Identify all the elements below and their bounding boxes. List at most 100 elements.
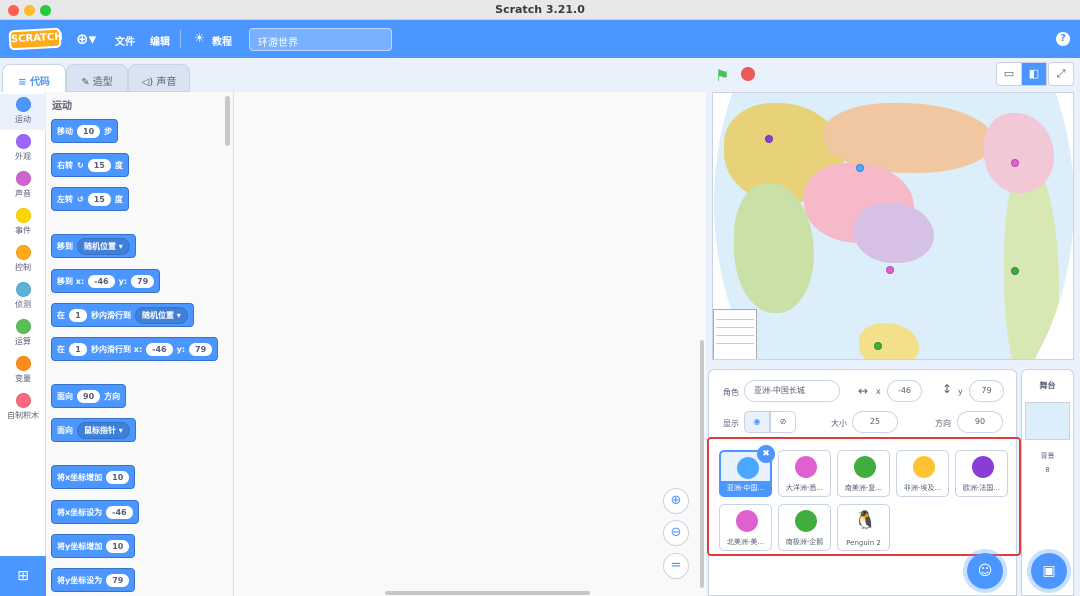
y-position-input[interactable]: 79: [969, 380, 1004, 402]
y-input[interactable]: 79: [131, 274, 155, 288]
block-move-steps[interactable]: 移动 10 步: [51, 119, 119, 143]
sprite-thumbnail-3[interactable]: 非洲-埃及...: [896, 450, 949, 497]
green-flag-icon[interactable]: ⚑: [715, 66, 729, 85]
sprite-thumbnail-6[interactable]: 南极洲-企鹅: [778, 504, 831, 551]
sprite-thumbnail-4[interactable]: 欧洲-法国...: [955, 450, 1008, 497]
y-input[interactable]: 79: [189, 342, 213, 356]
zoom-in-icon[interactable]: ⊕: [663, 488, 689, 514]
language-globe-icon[interactable]: ⊕▾: [76, 30, 96, 48]
degrees-input[interactable]: 15: [87, 192, 111, 206]
category-my-blocks[interactable]: 自制积木: [0, 390, 46, 426]
block-text: 方向: [104, 391, 121, 401]
block-point-direction[interactable]: 面向 90 方向: [51, 384, 127, 408]
sprite-name: 非洲-埃及...: [903, 484, 942, 492]
value-input[interactable]: 79: [106, 573, 130, 587]
menu-file[interactable]: 文件: [115, 33, 135, 48]
show-visible-eye-icon[interactable]: ◉: [744, 411, 770, 433]
block-text: 左转: [57, 194, 73, 204]
block-turn-right[interactable]: 右转 ↻ 15 度: [51, 153, 129, 177]
zoom-out-icon[interactable]: ⊖: [663, 520, 689, 546]
sprite-thumbnail-5[interactable]: 北美洲-美...: [719, 504, 772, 551]
palette-heading: 运动: [52, 101, 72, 112]
fullscreen-icon[interactable]: ⤢: [1048, 62, 1074, 86]
oceania-sprite-on-stage[interactable]: [886, 266, 894, 274]
choose-backdrop-icon[interactable]: ▣: [1031, 553, 1067, 589]
category-sensing[interactable]: 侦测: [0, 279, 46, 315]
block-goto-xy[interactable]: 移到 x: -46 y: 79: [51, 269, 161, 293]
europe-sprite-on-stage[interactable]: [765, 135, 773, 143]
sprite-thumbnail-2[interactable]: 南美洲-复...: [837, 450, 890, 497]
block-set-y[interactable]: 将y坐标设为 79: [51, 568, 136, 592]
dropdown-value: 随机位置: [142, 310, 174, 320]
direction-input[interactable]: 90: [957, 411, 1003, 433]
value-input[interactable]: 10: [106, 539, 130, 553]
help-icon[interactable]: ?: [1056, 32, 1070, 46]
seconds-input[interactable]: 1: [69, 342, 87, 356]
value-input[interactable]: 10: [106, 470, 130, 484]
delete-sprite-trash-icon[interactable]: ✖: [757, 445, 775, 463]
value-input[interactable]: -46: [106, 505, 133, 519]
category-variables[interactable]: 变量: [0, 353, 46, 389]
sprite-thumbnail-7[interactable]: 🐧 Penguin 2: [837, 504, 890, 551]
lightbulb-icon: ☀: [194, 31, 205, 45]
direction-input[interactable]: 90: [77, 389, 101, 403]
menu-bar: SCRATCH ⊕▾ 文件 编辑 ☀ 教程 环游世界 ?: [0, 20, 1080, 58]
x-input[interactable]: -46: [88, 274, 115, 288]
small-stage-icon[interactable]: ▭: [996, 62, 1022, 86]
block-text: 秒内滑行到: [91, 310, 131, 320]
script-workspace[interactable]: [234, 92, 706, 596]
workspace-vertical-scrollbar[interactable]: [700, 340, 704, 588]
palette-scrollbar[interactable]: [225, 96, 230, 146]
block-text: 步: [104, 126, 113, 136]
asia-sprite-on-stage[interactable]: [856, 164, 864, 172]
block-change-x[interactable]: 将x坐标增加 10: [51, 465, 136, 489]
x-input[interactable]: -46: [146, 342, 173, 356]
block-set-x[interactable]: 将x坐标设为 -46: [51, 500, 139, 524]
stop-icon[interactable]: [741, 67, 755, 81]
category-sound[interactable]: 声音: [0, 168, 46, 204]
category-operators[interactable]: 运算: [0, 316, 46, 352]
x-position-input[interactable]: -46: [887, 380, 922, 402]
category-events[interactable]: 事件: [0, 205, 46, 241]
sprite-thumbnail-1[interactable]: 大洋洲-悉...: [778, 450, 831, 497]
glide-target-dropdown[interactable]: 随机位置 ▾: [135, 306, 188, 324]
goto-target-dropdown[interactable]: 随机位置 ▾: [77, 237, 130, 255]
sprite-name: 亚洲-中国...: [721, 481, 770, 495]
tab-code[interactable]: ≡ 代码: [2, 64, 66, 92]
block-goto[interactable]: 移到 随机位置 ▾: [51, 234, 136, 258]
degrees-input[interactable]: 15: [87, 158, 111, 172]
towards-dropdown[interactable]: 鼠标指针 ▾: [77, 421, 130, 439]
antarctica-sprite-on-stage[interactable]: [874, 342, 882, 350]
category-motion[interactable]: 运动: [0, 94, 46, 130]
choose-sprite-cat-icon[interactable]: ☺: [967, 553, 1003, 589]
add-extension-button[interactable]: ⊞: [0, 556, 46, 596]
zoom-reset-icon[interactable]: =: [663, 553, 689, 579]
category-looks[interactable]: 外观: [0, 131, 46, 167]
block-turn-left[interactable]: 左转 ↺ 15 度: [51, 187, 129, 211]
stage-canvas[interactable]: [712, 92, 1074, 360]
normal-stage-icon[interactable]: ◧: [1021, 62, 1047, 86]
tab-costumes[interactable]: ✎ 造型: [66, 64, 128, 92]
project-title-input[interactable]: 环游世界: [249, 28, 392, 51]
rotate-left-icon: ↺: [77, 194, 84, 204]
vertical-arrow-icon: ↕: [942, 382, 953, 396]
category-variables-dot: [15, 356, 31, 371]
steps-input[interactable]: 10: [77, 124, 101, 138]
north-america-sprite-on-stage[interactable]: [1011, 159, 1019, 167]
block-glide-xy[interactable]: 在 1 秒内滑行到 x: -46 y: 79: [51, 337, 219, 361]
south-america-sprite-on-stage[interactable]: [1011, 267, 1019, 275]
sprite-name-input[interactable]: 亚洲-中国长城: [744, 380, 840, 402]
seconds-input[interactable]: 1: [69, 308, 87, 322]
size-input[interactable]: 25: [852, 411, 898, 433]
block-palette: 运动 移动 10 步 右转 ↻ 15 度 左转 ↺ 15 度 移到 随机位置 ▾ 移到 x: -46…: [46, 92, 234, 596]
menu-tutorials[interactable]: 教程: [212, 33, 232, 48]
block-change-y[interactable]: 将y坐标增加 10: [51, 534, 136, 558]
menu-edit[interactable]: 编辑: [150, 33, 170, 48]
scratch-logo[interactable]: SCRATCH: [8, 27, 63, 51]
block-point-towards[interactable]: 面向 鼠标指针 ▾: [51, 418, 136, 442]
hide-eye-slash-icon[interactable]: ⊘: [770, 411, 796, 433]
category-control[interactable]: 控制: [0, 242, 46, 278]
tab-sounds[interactable]: ◁) 声音: [128, 64, 190, 92]
workspace-horizontal-scrollbar[interactable]: [385, 591, 590, 595]
block-glide[interactable]: 在 1 秒内滑行到 随机位置 ▾: [51, 303, 194, 327]
